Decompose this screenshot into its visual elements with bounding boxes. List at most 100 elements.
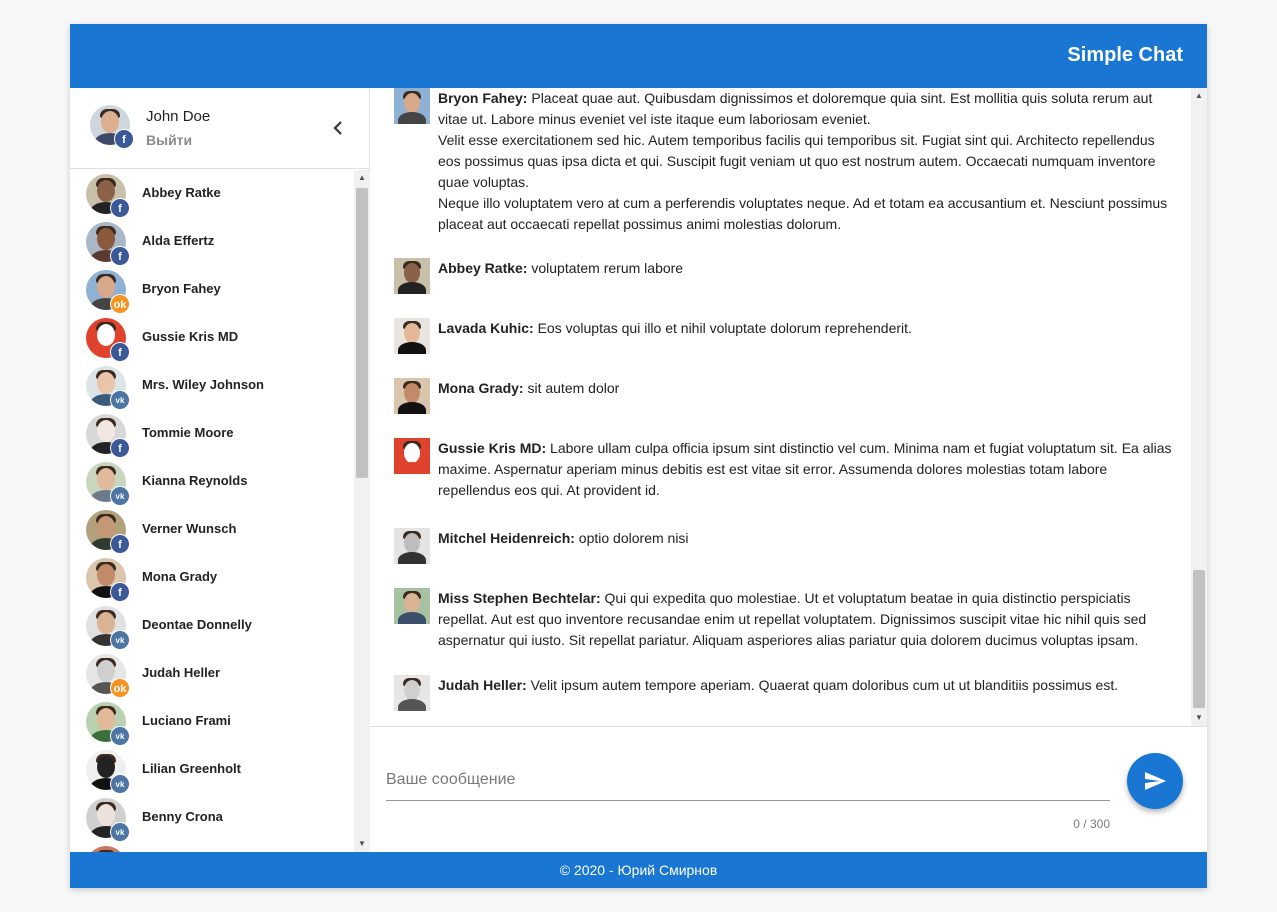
message-body: Bryon Fahey: Placeat quae aut. Quibusdam… xyxy=(438,88,1174,235)
vk-icon: vk xyxy=(110,486,130,506)
contact-item[interactable]: vk Mrs. Wiley Johnson xyxy=(70,362,354,410)
logout-link[interactable]: Выйти xyxy=(146,132,192,148)
contact-item[interactable]: vk Benny Crona xyxy=(70,794,354,842)
contact-list: f Abbey Ratke f Alda Effertz ok Bryon Fahey f G… xyxy=(70,170,354,852)
contact-name: Bryon Fahey xyxy=(142,281,221,296)
vk-icon: vk xyxy=(110,726,130,746)
send-icon xyxy=(1145,772,1166,790)
contact-avatar: ok xyxy=(86,270,130,314)
contact-item[interactable]: vk Lilian Greenholt xyxy=(70,746,354,794)
scroll-down-arrow-icon[interactable]: ▼ xyxy=(354,836,370,852)
send-button[interactable] xyxy=(1127,753,1183,809)
contact-avatar: f xyxy=(86,558,130,602)
odnoklassniki-icon: ok xyxy=(110,678,130,698)
contact-avatar: f xyxy=(86,510,130,554)
contact-item[interactable]: vk Kianna Reynolds xyxy=(70,458,354,506)
facebook-icon: f xyxy=(110,342,130,362)
contact-avatar: vk xyxy=(86,702,130,746)
scroll-up-arrow-icon[interactable]: ▲ xyxy=(354,170,370,186)
message-body: Lavada Kuhic: Eos voluptas qui illo et n… xyxy=(438,318,1174,339)
contact-item[interactable]: f Tommie Moore xyxy=(70,410,354,458)
message-author: Judah Heller: xyxy=(438,677,527,693)
message-text: Eos voluptas qui illo et nihil voluptate… xyxy=(533,320,912,336)
vk-icon: vk xyxy=(110,774,130,794)
scroll-up-arrow-icon[interactable]: ▲ xyxy=(1191,88,1207,104)
collapse-sidebar-button[interactable] xyxy=(326,114,350,144)
facebook-icon: f xyxy=(114,129,134,149)
facebook-icon: f xyxy=(110,534,130,554)
user-profile: f John Doe Выйти xyxy=(70,88,370,169)
contact-name: Verner Wunsch xyxy=(142,521,237,536)
facebook-icon: f xyxy=(110,582,130,602)
message-input[interactable] xyxy=(386,759,1110,801)
contact-name: Luciano Frami xyxy=(142,713,231,728)
scroll-down-arrow-icon[interactable]: ▼ xyxy=(1191,710,1207,726)
contact-name: Mrs. Wiley Johnson xyxy=(142,377,264,392)
contact-name: Lilian Greenholt xyxy=(142,761,241,776)
contact-item[interactable]: ok Judah Heller xyxy=(70,650,354,698)
contact-avatar: vk xyxy=(86,366,130,410)
app-title: Simple Chat xyxy=(1067,44,1183,66)
message-text: Placeat quae aut. Quibusdam dignissimos … xyxy=(438,90,1168,232)
message-avatar xyxy=(394,318,430,354)
message-avatar xyxy=(394,258,430,294)
message-author: Miss Stephen Bechtelar: xyxy=(438,590,601,606)
contact-item[interactable]: f Mona Grady xyxy=(70,554,354,602)
message-text: sit autem dolor xyxy=(523,380,620,396)
footer: © 2020 - Юрий Смирнов xyxy=(70,852,1207,888)
message-author: Lavada Kuhic: xyxy=(438,320,534,336)
contact-item[interactable]: vk Deontae Donnelly xyxy=(70,602,354,650)
contact-name: Deontae Donnelly xyxy=(142,617,252,632)
message-body: Miss Stephen Bechtelar: Qui qui expedita… xyxy=(438,588,1174,651)
message-text: Labore ullam culpa officia ipsum sint di… xyxy=(438,440,1172,498)
message-text: voluptatem rerum labore xyxy=(527,260,684,276)
message-body: Abbey Ratke: voluptatem rerum labore xyxy=(438,258,1174,279)
contact-name: Kianna Reynolds xyxy=(142,473,248,488)
contact-name: Gussie Kris MD xyxy=(142,329,239,344)
message-author: Bryon Fahey: xyxy=(438,90,528,106)
message-body: Mona Grady: sit autem dolor xyxy=(438,378,1174,399)
facebook-icon: f xyxy=(110,246,130,266)
profile-name: John Doe xyxy=(146,108,211,125)
contact-item[interactable] xyxy=(70,842,354,852)
contact-avatar: vk xyxy=(86,462,130,506)
contact-item[interactable]: f Gussie Kris MD xyxy=(70,314,354,362)
contact-item[interactable]: f Alda Effertz xyxy=(70,218,354,266)
facebook-icon: f xyxy=(110,438,130,458)
contact-name: Abbey Ratke xyxy=(142,185,221,200)
odnoklassniki-icon: ok xyxy=(110,294,130,314)
contact-name: Tommie Moore xyxy=(142,425,234,440)
contact-avatar: f xyxy=(86,318,130,362)
contact-avatar: vk xyxy=(86,606,130,650)
contact-name: Alda Effertz xyxy=(142,233,215,248)
contact-item[interactable]: f Abbey Ratke xyxy=(70,170,354,218)
facebook-icon: f xyxy=(110,198,130,218)
character-counter: 0 / 300 xyxy=(1073,817,1110,831)
contact-avatar: vk xyxy=(86,750,130,794)
message-body: Gussie Kris MD: Labore ullam culpa offic… xyxy=(438,438,1174,501)
message-author: Mona Grady: xyxy=(438,380,524,396)
message-avatar xyxy=(394,88,430,124)
vk-icon: vk xyxy=(110,630,130,650)
contact-name: Benny Crona xyxy=(142,809,223,824)
message-avatar xyxy=(394,588,430,624)
contact-avatar: vk xyxy=(86,798,130,842)
scrollbar-thumb[interactable] xyxy=(1193,570,1205,708)
message-list: Bryon Fahey: Placeat quae aut. Quibusdam… xyxy=(370,88,1191,726)
message-author: Mitchel Heidenreich: xyxy=(438,530,575,546)
contact-item[interactable]: vk Luciano Frami xyxy=(70,698,354,746)
message-avatar xyxy=(394,378,430,414)
scrollbar-thumb[interactable] xyxy=(356,188,368,478)
contact-avatar: ok xyxy=(86,654,130,698)
contact-avatar: f xyxy=(86,222,130,266)
message-body: Mitchel Heidenreich: optio dolorem nisi xyxy=(438,528,1174,549)
contact-item[interactable]: ok Bryon Fahey xyxy=(70,266,354,314)
app-bar: Simple Chat xyxy=(70,24,1207,88)
vk-icon: vk xyxy=(110,822,130,842)
profile-avatar: f xyxy=(90,105,134,149)
message-avatar xyxy=(394,675,430,711)
contact-item[interactable]: f Verner Wunsch xyxy=(70,506,354,554)
chevron-left-icon xyxy=(333,121,342,135)
message-avatar xyxy=(394,438,430,474)
contact-avatar: f xyxy=(86,414,130,458)
